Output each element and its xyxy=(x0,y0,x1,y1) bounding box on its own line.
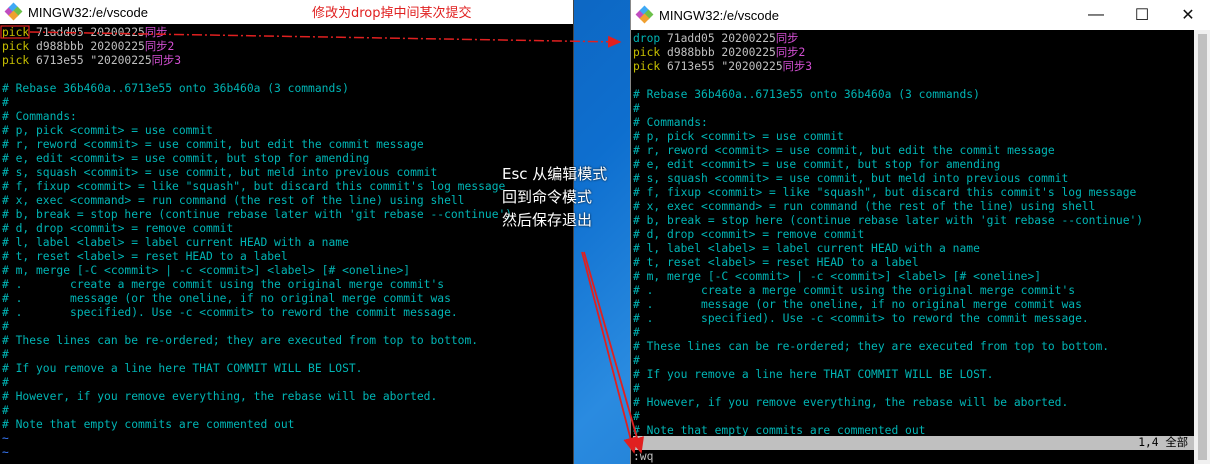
arrow-to-command-line-2 xyxy=(583,251,644,454)
arrow-to-drop xyxy=(29,31,622,48)
pick-highlight-box xyxy=(0,25,30,39)
arrow-to-command-line-1 xyxy=(581,251,638,454)
annotation-arrows xyxy=(0,25,644,454)
